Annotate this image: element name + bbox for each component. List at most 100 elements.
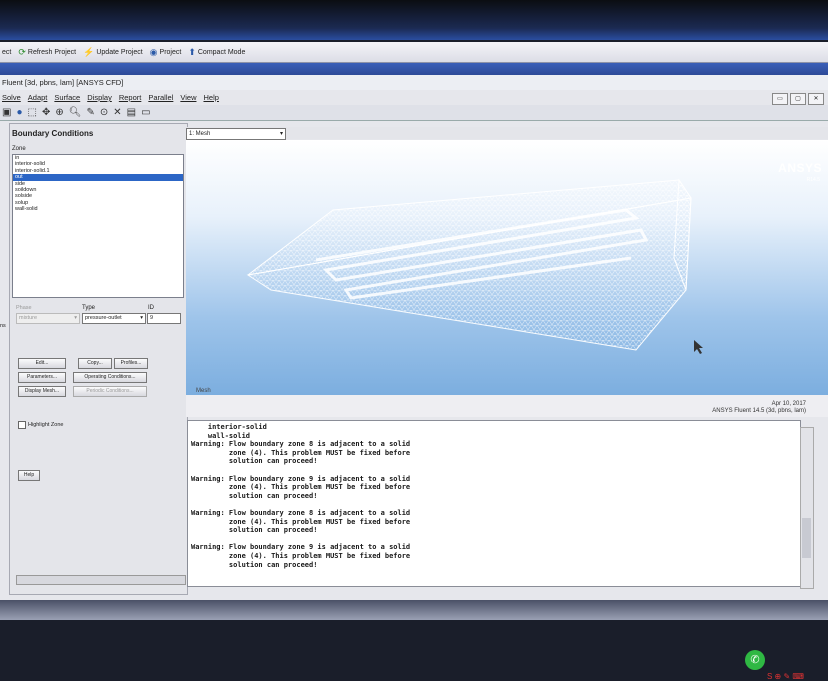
chevron-down-icon: ▾ xyxy=(140,315,143,321)
fluent-version-label: ANSYS Fluent 14.5 (3d, pbns, lam) xyxy=(712,408,806,414)
chevron-down-icon: ▾ xyxy=(279,131,283,137)
phase-value: mixture xyxy=(19,315,38,321)
highlight-zone-label: Highlight Zone xyxy=(28,422,64,428)
menu-help[interactable]: Help xyxy=(203,92,218,104)
window-icon[interactable]: ▭ xyxy=(141,107,150,119)
wechat-icon[interactable]: ✆ xyxy=(745,650,765,670)
console-line: solution can proceed! xyxy=(191,491,318,500)
console-line: interior-solid xyxy=(191,423,267,431)
copy-button[interactable]: Copy... xyxy=(78,358,112,369)
list-item[interactable]: wall-solid xyxy=(13,206,183,212)
project-label: Project xyxy=(159,48,182,56)
select-icon[interactable]: ⬚ xyxy=(28,107,37,119)
toolbar-item-ect[interactable]: ect xyxy=(2,49,11,56)
id-label: ID xyxy=(148,305,154,311)
id-field[interactable]: 9 xyxy=(147,313,181,324)
type-label: Type xyxy=(82,305,96,311)
toolbar-item-ect-label: ect xyxy=(2,48,12,56)
graphics-viewport[interactable] xyxy=(186,140,828,459)
console-line: solution can proceed! xyxy=(191,457,318,466)
console-line: zone (4). This problem MUST be fixed bef… xyxy=(191,517,411,526)
refresh-project-button[interactable]: ⟳ Refresh Project xyxy=(18,47,77,57)
console-line: solution can proceed! xyxy=(191,560,318,569)
console-scrollbar[interactable] xyxy=(800,427,814,589)
side-label: ns xyxy=(0,323,6,329)
chevron-down-icon: ▾ xyxy=(74,315,77,321)
ansys-version: R14.5 xyxy=(806,177,820,183)
view-select-value: 1: Mesh xyxy=(189,131,211,137)
profiles-button[interactable]: Profiles... xyxy=(114,358,148,369)
workbench-separator xyxy=(0,63,828,75)
menu-view[interactable]: View xyxy=(180,92,196,104)
menu-adapt[interactable]: Adapt xyxy=(28,92,48,104)
window-title-text: Fluent [3d, pbns, lam] [ANSYS CFD] xyxy=(2,78,124,87)
project-button[interactable]: ◉ Project xyxy=(149,46,182,57)
workbench-toolbar: ect ⟳ Refresh Project ⚡ Update Project ◉ Pr… xyxy=(0,42,828,63)
ansys-logo: ANSYS xyxy=(778,161,822,175)
layout-icon[interactable]: ▤ xyxy=(127,107,136,119)
phase-select[interactable]: mixture ▾ xyxy=(16,313,80,324)
console-output[interactable]: interior-solid wall-solid Warning: Flow b… xyxy=(187,420,801,587)
save-icon[interactable]: ▣ xyxy=(2,107,11,119)
zone-label: Zone xyxy=(12,146,26,152)
menu-bar: Solve Adapt Surface Display Report Paral… xyxy=(0,92,828,104)
compact-icon: ⬆ xyxy=(188,46,196,57)
menu-solve[interactable]: Solve xyxy=(2,92,21,104)
window-controls: ▭ ▢ ✕ xyxy=(772,93,824,105)
update-project-label: Update Project xyxy=(96,48,143,56)
console-line: Warning: Flow boundary zone 8 is adjacen… xyxy=(191,440,411,449)
zoom-in-icon[interactable]: ⊕ xyxy=(55,107,63,119)
phase-label: Phase xyxy=(16,305,32,311)
help-button[interactable]: Help xyxy=(18,470,40,481)
scrollbar-thumb[interactable] xyxy=(802,518,811,558)
rotate-icon[interactable]: ✕ xyxy=(113,107,121,119)
type-value: pressure-outlet xyxy=(85,315,122,321)
refresh-project-label: Refresh Project xyxy=(27,48,77,56)
periodic-conditions-button[interactable]: Periodic Conditions... xyxy=(73,386,147,397)
zone-list[interactable]: in interior-solid interior-solid.1 out s… xyxy=(12,154,184,298)
pan-icon[interactable]: ✥ xyxy=(42,107,50,119)
menu-parallel[interactable]: Parallel xyxy=(148,92,173,104)
console-line: zone (4). This problem MUST be fixed bef… xyxy=(191,448,411,457)
panel-title: Boundary Conditions xyxy=(12,129,94,138)
system-tray: ✆ S ⊕ ✎ ⌨ xyxy=(745,650,825,681)
checkbox-box[interactable] xyxy=(18,421,26,429)
project-icon: ◉ xyxy=(149,46,158,57)
left-panel-scrollbar[interactable] xyxy=(16,575,186,585)
monitor-bezel-top xyxy=(0,0,828,40)
boundary-conditions-panel: Boundary Conditions Zone in interior-sol… xyxy=(9,123,188,595)
graphics-toolbar: ▣ ● ⬚ ✥ ⊕ 🔍︎ ✎ ⊙ ✕ ▤ ▭ xyxy=(0,105,828,121)
menu-display[interactable]: Display xyxy=(87,92,112,104)
zoom-icon[interactable]: 🔍︎ xyxy=(69,107,82,119)
menu-surface[interactable]: Surface xyxy=(54,92,80,104)
compact-mode-button[interactable]: ⬆ Compact Mode xyxy=(188,46,246,57)
console-line: zone (4). This problem MUST be fixed bef… xyxy=(191,483,411,492)
zoom-fit-icon[interactable]: ⊙ xyxy=(100,107,108,119)
close-icon[interactable]: ✕ xyxy=(808,93,824,105)
maximize-icon[interactable]: ▢ xyxy=(790,93,806,105)
console-line: Warning: Flow boundary zone 9 is adjacen… xyxy=(191,474,411,483)
type-select[interactable]: pressure-outlet ▾ xyxy=(82,313,146,324)
operating-conditions-button[interactable]: Operating Conditions... xyxy=(73,372,147,383)
restore-icon[interactable]: ▭ xyxy=(772,93,788,105)
help-icon[interactable]: ● xyxy=(16,107,22,119)
compact-mode-label: Compact Mode xyxy=(197,48,246,56)
fluent-window: Fluent [3d, pbns, lam] [ANSYS CFD] Solve… xyxy=(0,75,828,681)
console-line: wall-solid xyxy=(191,431,251,440)
menu-report[interactable]: Report xyxy=(119,92,142,104)
date-label: Apr 10, 2017 xyxy=(771,401,806,407)
probe-icon[interactable]: ✎ xyxy=(86,107,94,119)
display-mesh-button[interactable]: Display Mesh... xyxy=(18,386,66,397)
ime-icons[interactable]: S ⊕ ✎ ⌨ xyxy=(767,672,804,681)
window-title: Fluent [3d, pbns, lam] [ANSYS CFD] xyxy=(0,75,828,90)
highlight-zone-checkbox[interactable]: Highlight Zone xyxy=(18,421,63,429)
console-line: zone (4). This problem MUST be fixed bef… xyxy=(191,551,411,560)
view-select[interactable]: 1: Mesh ▾ xyxy=(186,128,286,140)
update-project-button[interactable]: ⚡ Update Project xyxy=(83,47,143,57)
console-line: Warning: Flow boundary zone 8 is adjacen… xyxy=(191,508,411,517)
edit-button[interactable]: Edit... xyxy=(18,358,66,369)
parameters-button[interactable]: Parameters... xyxy=(18,372,66,383)
